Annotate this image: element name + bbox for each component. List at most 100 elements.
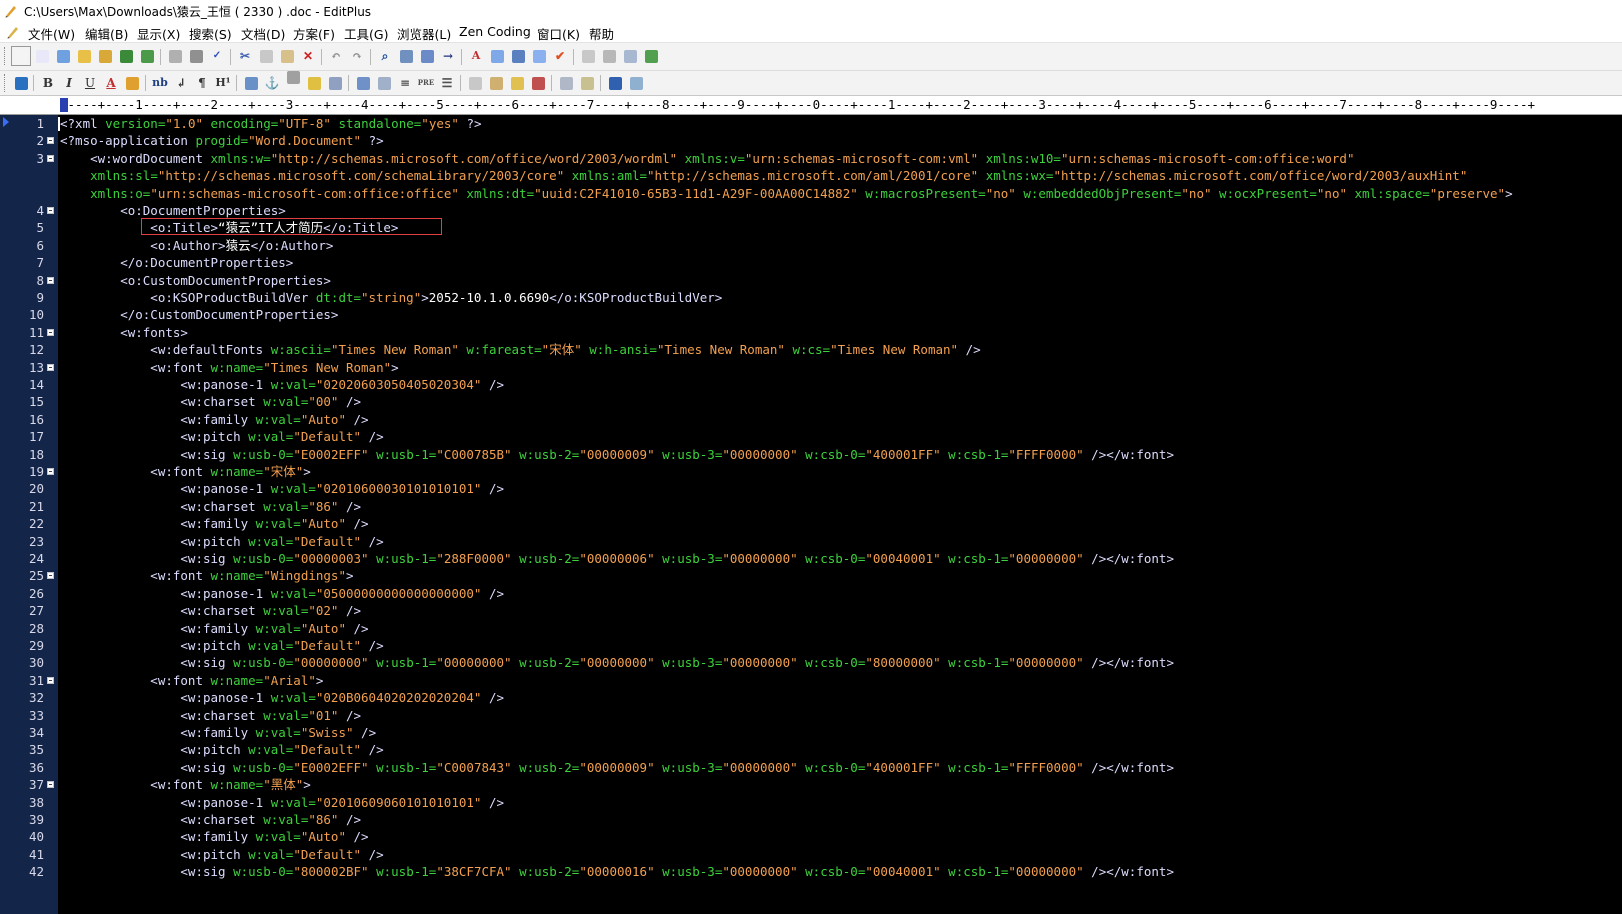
color-picker-icon[interactable] bbox=[123, 74, 141, 92]
browser-preview-icon[interactable] bbox=[606, 74, 624, 92]
highlight-icon[interactable] bbox=[508, 74, 526, 92]
line-number: 6 bbox=[36, 237, 44, 253]
replace-icon[interactable] bbox=[397, 47, 415, 65]
line-number-gutter[interactable]: 1 2 3 4 5 6 7 8 9 10 11 12 13 14 15 16 17 18 19 20 21 22 23 24 2… bbox=[0, 115, 58, 914]
toolbar-grip[interactable] bbox=[4, 47, 8, 65]
paragraph-icon[interactable]: ¶ bbox=[193, 74, 211, 92]
new-file-icon[interactable] bbox=[11, 46, 31, 66]
find-in-files-icon[interactable] bbox=[418, 47, 436, 65]
column-select-icon[interactable] bbox=[530, 47, 548, 65]
open-folder-icon[interactable] bbox=[75, 47, 93, 65]
value-token: "Wingdings" bbox=[263, 568, 346, 584]
fold-toggle-icon[interactable] bbox=[47, 572, 54, 580]
check-mark-icon[interactable]: ✔ bbox=[551, 47, 569, 65]
line-number: 35 bbox=[28, 742, 44, 758]
fold-toggle-icon[interactable] bbox=[47, 676, 54, 684]
fold-toggle-icon[interactable] bbox=[47, 328, 54, 336]
font-size-icon[interactable]: A bbox=[467, 47, 485, 65]
table-icon[interactable] bbox=[354, 74, 372, 92]
center-align-icon[interactable]: ≡ bbox=[396, 74, 414, 92]
output-window-icon[interactable] bbox=[621, 47, 639, 65]
tag-token bbox=[512, 864, 520, 879]
menu-view[interactable]: 显示(X) bbox=[137, 24, 180, 43]
print-preview-icon[interactable] bbox=[166, 47, 184, 65]
copy-icon[interactable] bbox=[257, 47, 275, 65]
word-wrap-icon[interactable] bbox=[488, 47, 506, 65]
style-icon[interactable] bbox=[529, 74, 547, 92]
tag-token: </o:KSOProductBuildVer> bbox=[549, 290, 723, 305]
menu-browser[interactable]: 浏览器(L) bbox=[397, 24, 451, 43]
image-icon[interactable] bbox=[242, 74, 260, 92]
spell-check-icon[interactable]: ✓ bbox=[208, 47, 226, 65]
target-icon[interactable] bbox=[326, 74, 344, 92]
tag-token bbox=[369, 447, 377, 462]
menu-zen-coding[interactable]: Zen Coding bbox=[459, 24, 531, 39]
print-icon[interactable] bbox=[187, 47, 205, 65]
redo-icon[interactable]: ↷ bbox=[348, 47, 366, 65]
line-break-icon[interactable]: ↲ bbox=[172, 74, 190, 92]
nbsp-icon[interactable]: nb bbox=[151, 74, 169, 92]
tag-token: <w:pitch bbox=[60, 638, 249, 653]
heading-icon[interactable]: H¹ bbox=[214, 74, 232, 92]
pre-icon[interactable]: PRE bbox=[417, 74, 435, 92]
fold-toggle-icon[interactable] bbox=[47, 276, 54, 284]
fold-toggle-icon[interactable] bbox=[47, 137, 54, 145]
new-browser-icon[interactable] bbox=[54, 47, 72, 65]
paste-icon[interactable] bbox=[278, 47, 296, 65]
document-pen-icon bbox=[7, 27, 18, 39]
anchor-icon[interactable]: ⚓ bbox=[263, 74, 281, 92]
italic-icon[interactable]: I bbox=[60, 74, 78, 92]
font-color-icon[interactable]: A bbox=[102, 74, 120, 92]
undo-icon[interactable]: ↶ bbox=[327, 47, 345, 65]
edit-tag-icon[interactable] bbox=[487, 74, 505, 92]
directory-window-icon[interactable] bbox=[579, 47, 597, 65]
cliptext-window-icon[interactable] bbox=[600, 47, 618, 65]
menu-document[interactable]: 文档(D) bbox=[241, 24, 285, 43]
open-remote-icon[interactable] bbox=[96, 47, 114, 65]
toggle-list-icon[interactable] bbox=[509, 47, 527, 65]
preferences-icon[interactable] bbox=[642, 47, 660, 65]
cut-icon[interactable]: ✂ bbox=[236, 47, 254, 65]
menu-window[interactable]: 窗口(K) bbox=[537, 24, 580, 43]
tag-token bbox=[512, 551, 520, 566]
menu-help[interactable]: 帮助 bbox=[589, 24, 614, 43]
save-icon[interactable] bbox=[117, 47, 135, 65]
properties-icon[interactable] bbox=[627, 74, 645, 92]
find-icon[interactable]: ⌕ bbox=[376, 47, 394, 65]
attribute-token: w:usb-2= bbox=[519, 759, 580, 775]
horizontal-rule-icon[interactable] bbox=[284, 74, 302, 80]
fold-toggle-icon[interactable] bbox=[47, 363, 54, 371]
tag-token: <w:sig bbox=[60, 759, 234, 775]
comment-icon[interactable] bbox=[305, 74, 323, 92]
fold-toggle-icon[interactable] bbox=[47, 781, 54, 789]
value-token: "86" bbox=[308, 498, 339, 514]
form-icon[interactable] bbox=[375, 74, 393, 92]
save-all-icon[interactable] bbox=[138, 47, 156, 65]
new-html-icon[interactable] bbox=[33, 47, 51, 65]
toolbar-grip-2[interactable] bbox=[4, 74, 8, 92]
menu-project[interactable]: 方案(F) bbox=[293, 24, 335, 43]
menu-search[interactable]: 搜索(S) bbox=[189, 24, 232, 43]
function-list-icon[interactable] bbox=[578, 74, 596, 92]
menu-tools[interactable]: 工具(G) bbox=[344, 24, 388, 43]
globe-icon[interactable] bbox=[12, 74, 30, 92]
delete-icon[interactable]: ✕ bbox=[299, 47, 317, 65]
fold-toggle-icon[interactable] bbox=[47, 468, 54, 475]
tag-token: <w:sig bbox=[60, 551, 234, 566]
code-editor[interactable]: <?xml version="1.0" encoding="UTF-8" sta… bbox=[58, 115, 1622, 914]
goto-line-icon[interactable]: → bbox=[439, 47, 457, 65]
attribute-token: w:csb-1= bbox=[948, 864, 1009, 880]
menu-edit[interactable]: 编辑(B) bbox=[85, 24, 128, 43]
fold-toggle-icon[interactable] bbox=[47, 207, 54, 214]
list-icon[interactable]: ☰ bbox=[438, 74, 456, 92]
code-line: <w:charset w:val="86" /> bbox=[60, 498, 361, 515]
attribute-token: dt:dt= bbox=[315, 290, 362, 305]
attribute-token: w:embeddedObjPresent= bbox=[1023, 185, 1182, 201]
underline-icon[interactable]: U bbox=[81, 74, 99, 92]
bold-icon[interactable]: B bbox=[39, 74, 57, 92]
font-tag-icon[interactable] bbox=[466, 74, 484, 92]
code-line: <w:fonts> bbox=[60, 324, 188, 341]
fold-toggle-icon[interactable] bbox=[47, 154, 54, 162]
split-view-icon[interactable] bbox=[557, 74, 575, 92]
menu-file[interactable]: 文件(W) bbox=[28, 24, 75, 43]
